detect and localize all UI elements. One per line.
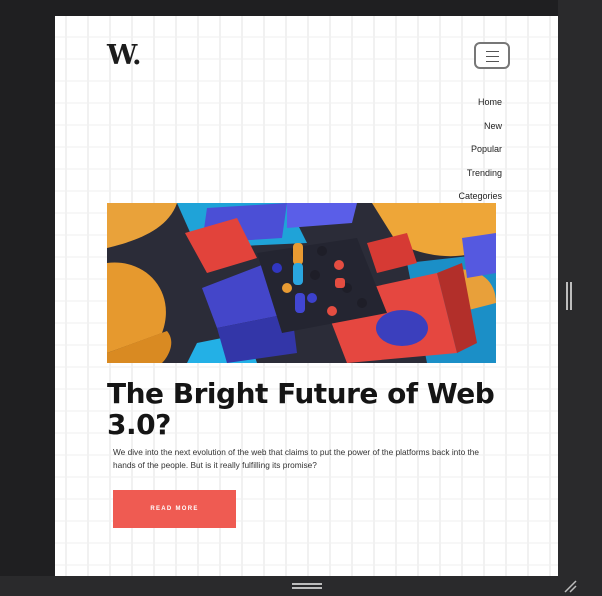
- nav-item-trending[interactable]: Trending: [467, 162, 502, 186]
- article-excerpt: We dive into the next evolution of the w…: [113, 447, 480, 470]
- hero-image: [107, 203, 496, 363]
- site-logo[interactable]: W.: [107, 40, 142, 71]
- nav-item-home[interactable]: Home: [478, 91, 502, 115]
- main-nav: Home New Popular Trending Categories: [458, 91, 502, 209]
- nav-item-popular[interactable]: Popular: [471, 138, 502, 162]
- nav-item-new[interactable]: New: [484, 115, 502, 139]
- page-viewport: W. Home New Popular Trending Categories: [55, 16, 558, 576]
- hamburger-icon-line: [486, 51, 499, 52]
- resize-corner-icon[interactable]: [562, 578, 578, 594]
- hamburger-icon-line: [486, 61, 499, 62]
- resize-handle-right[interactable]: [566, 282, 572, 310]
- resize-strip-right: [558, 0, 602, 596]
- hamburger-menu-button[interactable]: [474, 42, 510, 69]
- article-title[interactable]: The Bright Future of Web 3.0?: [107, 378, 497, 440]
- hero-illustration: [107, 203, 496, 363]
- read-more-button[interactable]: Read more: [113, 490, 236, 528]
- resize-handle-bottom[interactable]: [292, 583, 322, 589]
- hamburger-icon-line: [486, 56, 499, 57]
